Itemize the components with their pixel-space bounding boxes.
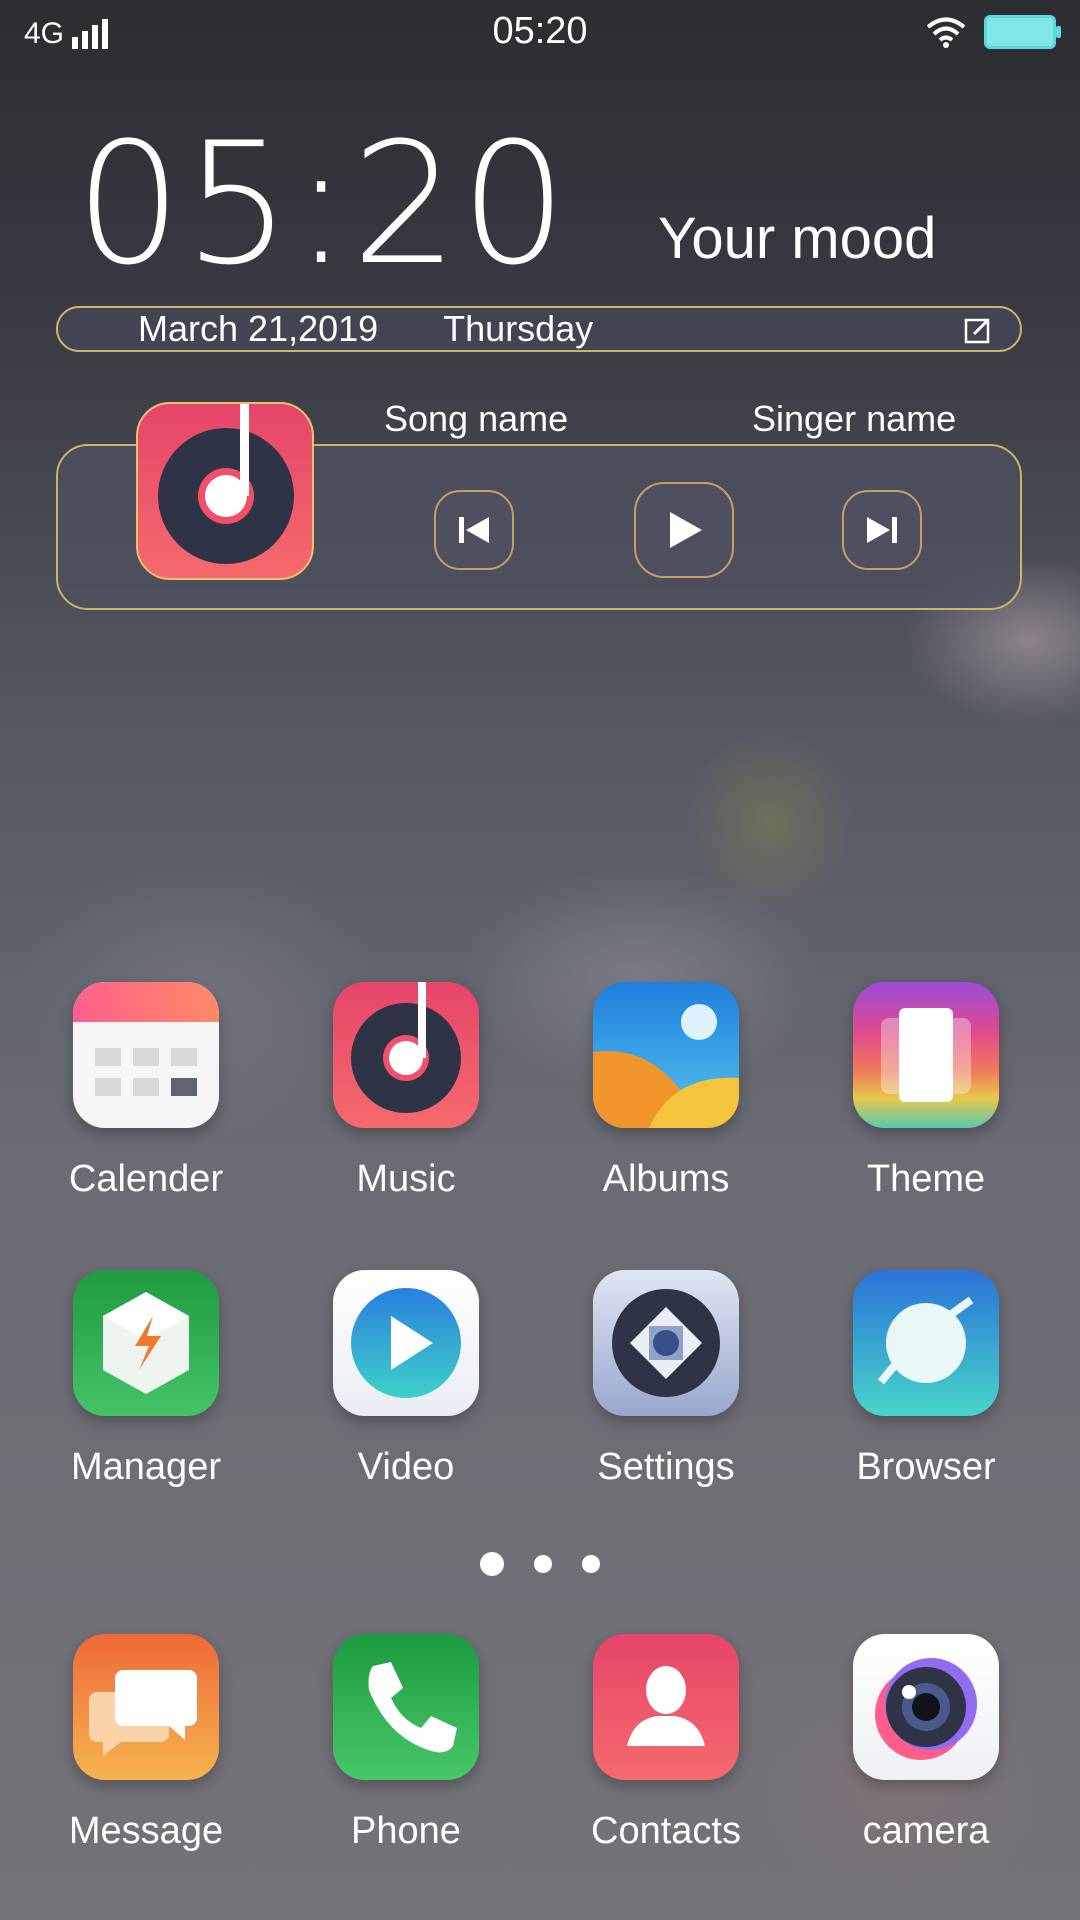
app-label: Calender — [68, 1158, 224, 1200]
app-label: camera — [862, 1810, 990, 1852]
page-dot[interactable] — [534, 1555, 552, 1573]
app-contacts[interactable]: Contacts — [566, 1634, 766, 1853]
app-albums[interactable]: Albums — [566, 982, 766, 1201]
app-settings[interactable]: Settings — [566, 1270, 766, 1489]
play-icon — [670, 512, 702, 548]
app-browser[interactable]: Browser — [826, 1270, 1026, 1489]
browser-icon — [853, 1270, 999, 1416]
app-label: Browser — [856, 1446, 996, 1488]
video-icon — [333, 1270, 479, 1416]
previous-icon — [459, 517, 489, 543]
app-label: Theme — [866, 1158, 986, 1200]
mood-button[interactable]: Your mood — [658, 205, 936, 272]
clock-time: 05:20 — [75, 106, 570, 302]
manager-icon — [73, 1270, 219, 1416]
phone-icon — [333, 1634, 479, 1780]
camera-icon — [853, 1634, 999, 1780]
calendar-icon — [73, 982, 219, 1128]
app-phone[interactable]: Phone — [306, 1634, 506, 1853]
page-dot-current[interactable] — [480, 1552, 504, 1576]
next-icon — [867, 517, 897, 543]
app-music[interactable]: Music — [306, 982, 506, 1201]
play-button[interactable] — [634, 482, 734, 578]
app-camera[interactable]: camera — [826, 1634, 1026, 1853]
battery-icon — [984, 15, 1061, 49]
app-video[interactable]: Video — [306, 1270, 506, 1489]
app-manager[interactable]: Manager — [46, 1270, 246, 1489]
app-label: Message — [68, 1810, 224, 1852]
music-icon — [333, 982, 479, 1128]
app-label: Phone — [351, 1810, 461, 1852]
edit-icon[interactable] — [964, 316, 992, 344]
albums-icon — [593, 982, 739, 1128]
status-time: 05:20 — [492, 10, 588, 52]
contacts-icon — [593, 1634, 739, 1780]
music-note-icon — [158, 404, 294, 564]
app-label: Contacts — [591, 1810, 741, 1852]
date-bar[interactable]: March 21,2019 Thursday — [56, 306, 1022, 352]
status-bar-right — [926, 12, 1061, 52]
app-label: Albums — [602, 1158, 730, 1200]
message-icon — [73, 1634, 219, 1780]
app-label: Settings — [597, 1446, 735, 1488]
wifi-icon — [926, 17, 966, 48]
page-dot[interactable] — [582, 1555, 600, 1573]
next-button[interactable] — [842, 490, 922, 570]
page-indicator[interactable] — [0, 1552, 1080, 1576]
settings-icon — [593, 1270, 739, 1416]
theme-icon — [853, 982, 999, 1128]
previous-button[interactable] — [434, 490, 514, 570]
app-message[interactable]: Message — [46, 1634, 246, 1853]
app-label: Music — [356, 1158, 456, 1200]
app-label: Video — [357, 1446, 455, 1488]
app-label: Manager — [71, 1446, 221, 1488]
album-art[interactable] — [136, 402, 314, 580]
app-calender[interactable]: Calender — [46, 982, 246, 1201]
weekday-text: Thursday — [443, 308, 594, 349]
singer-name: Singer name — [752, 398, 957, 439]
app-theme[interactable]: Theme — [826, 982, 1026, 1201]
song-name: Song name — [384, 398, 569, 439]
date-text: March 21,2019 — [138, 308, 379, 349]
